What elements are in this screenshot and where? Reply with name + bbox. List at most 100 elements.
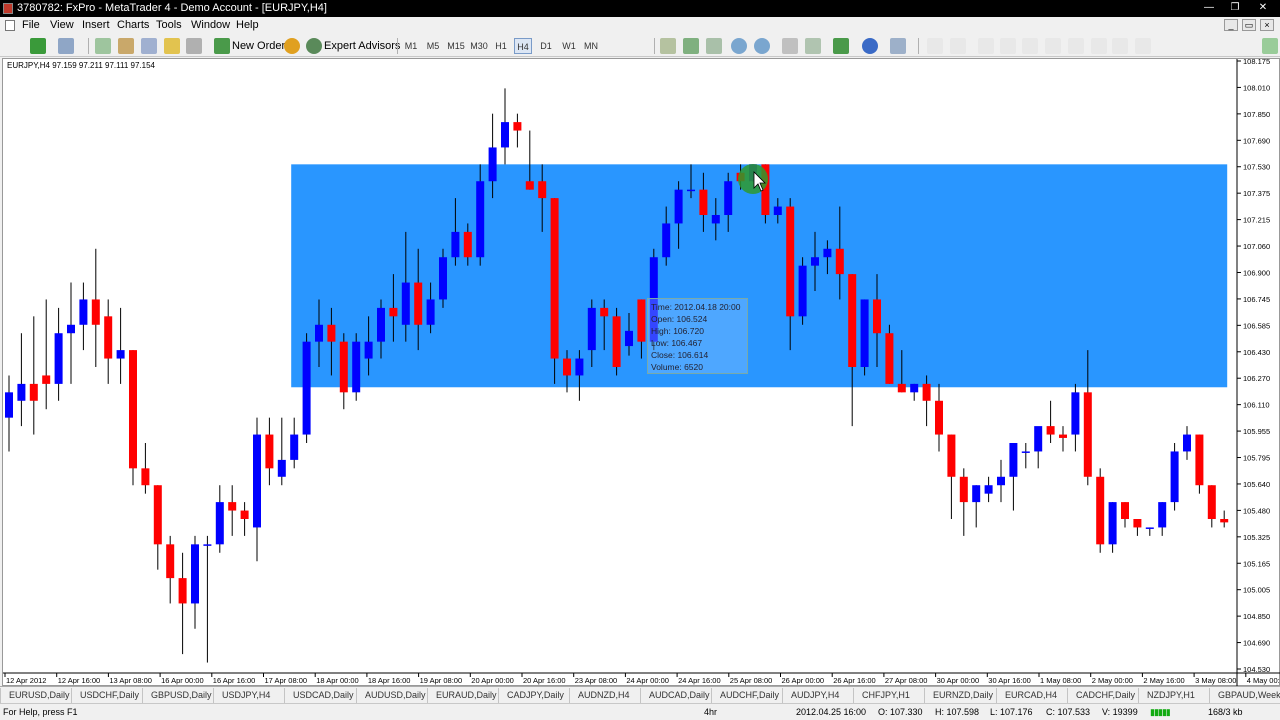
bar-chart-icon[interactable] <box>660 38 676 54</box>
text-icon[interactable] <box>1091 38 1107 54</box>
chart-tab-audusd-daily[interactable]: AUDUSD,Daily <box>356 688 427 703</box>
bear-candle <box>550 198 559 359</box>
horizontal-line-icon[interactable] <box>1000 38 1016 54</box>
bull-candle <box>302 341 311 435</box>
bull-candle <box>1145 527 1154 529</box>
mdi-close-button[interactable]: × <box>1260 19 1274 31</box>
zoom-in-icon[interactable] <box>731 38 747 54</box>
mdi-restore-button[interactable]: ▭ <box>1242 19 1256 31</box>
chart-tab-audnzd-h4[interactable]: AUDNZD,H4 <box>569 688 640 703</box>
candlestick-icon[interactable] <box>683 38 699 54</box>
timeframe-mn[interactable]: MN <box>583 38 599 54</box>
tile-windows-icon[interactable] <box>782 38 798 54</box>
timeframe-d1[interactable]: D1 <box>538 38 554 54</box>
price-label: 105.165 <box>1243 559 1270 568</box>
profiles-icon[interactable] <box>58 38 74 54</box>
chart-tab-gbpaud-weekly[interactable]: GBPAUD,Weekly <box>1209 688 1280 703</box>
new-order-icon[interactable] <box>214 38 230 54</box>
chart-tab-eurusd-daily[interactable]: EURUSD,Daily <box>0 688 71 703</box>
navigator-icon[interactable] <box>141 38 157 54</box>
timeframe-m15[interactable]: M15 <box>446 38 466 54</box>
crosshair-icon[interactable] <box>950 38 966 54</box>
close-button[interactable]: ✕ <box>1250 1 1276 14</box>
maximize-button[interactable]: ❐ <box>1222 1 1248 14</box>
bear-candle <box>873 299 881 334</box>
metaeditor-icon[interactable] <box>284 38 300 54</box>
terminal-icon[interactable] <box>164 38 180 54</box>
chart-tab-usdcad-daily[interactable]: USDCAD,Daily <box>284 688 355 703</box>
time-label: 1 May 08:00 <box>1040 676 1081 685</box>
menu-file[interactable]: File <box>22 19 40 32</box>
new-order-button[interactable]: New Order <box>232 38 285 54</box>
expert-advisors-button[interactable]: Expert Advisors <box>324 38 400 54</box>
periods-icon[interactable] <box>862 38 878 54</box>
chart-shift-icon[interactable] <box>805 38 821 54</box>
timeframe-h4[interactable]: H4 <box>514 38 532 54</box>
timeframe-m1[interactable]: M1 <box>403 38 419 54</box>
menu-view[interactable]: View <box>50 19 74 32</box>
chart-window[interactable]: 108.175 108.010 107.850 107.690 107.530 107.3… <box>2 58 1280 687</box>
fibonacci-icon[interactable] <box>1068 38 1084 54</box>
timeframe-m30[interactable]: M30 <box>469 38 489 54</box>
bear-candle <box>42 375 51 384</box>
text-label-icon[interactable] <box>1112 38 1128 54</box>
menu-window[interactable]: Window <box>191 19 230 32</box>
chart-tab-eurcad-h4[interactable]: EURCAD,H4 <box>996 688 1067 703</box>
data-window-icon[interactable] <box>118 38 134 54</box>
expert-advisors-icon[interactable] <box>306 38 322 54</box>
price-label: 106.585 <box>1243 321 1270 330</box>
tester-icon[interactable] <box>186 38 202 54</box>
bull-candle <box>290 434 299 460</box>
bear-candle <box>1046 426 1055 435</box>
chart-tab-nzdjpy-h1[interactable]: NZDJPY,H1 <box>1138 688 1209 703</box>
bull-candle <box>426 299 435 325</box>
mdi-minimize-button[interactable]: _ <box>1224 19 1238 31</box>
bull-candle <box>315 324 323 342</box>
chart-tab-gbpusd-daily[interactable]: GBPUSD,Daily <box>142 688 213 703</box>
title-bar: 3780782: FxPro - MetaTrader 4 - Demo Acc… <box>0 0 1280 17</box>
menu-help[interactable]: Help <box>236 19 259 32</box>
chat-icon[interactable] <box>1262 38 1278 54</box>
channel-icon[interactable] <box>1045 38 1061 54</box>
chart-tab-audchf-daily[interactable]: AUDCHF,Daily <box>711 688 782 703</box>
chart-tab-cadchf-daily[interactable]: CADCHF,Daily <box>1067 688 1138 703</box>
chart-canvas[interactable]: 108.175 108.010 107.850 107.690 107.530 107.3… <box>3 59 1280 687</box>
price-label: 105.640 <box>1243 480 1270 489</box>
minimize-button[interactable]: — <box>1196 1 1222 14</box>
arrows-icon[interactable] <box>1135 38 1151 54</box>
toolbar-separator <box>918 38 919 54</box>
time-label: 4 May 00:00 <box>1247 676 1280 685</box>
chart-tab-chfjpy-h1[interactable]: CHFJPY,H1 <box>853 688 924 703</box>
price-label: 108.175 <box>1243 59 1270 66</box>
chart-tab-cadjpy-daily[interactable]: CADJPY,Daily <box>498 688 569 703</box>
templates-icon[interactable] <box>890 38 906 54</box>
vertical-line-icon[interactable] <box>978 38 994 54</box>
menu-tools[interactable]: Tools <box>156 19 182 32</box>
bull-candle <box>811 257 819 266</box>
chart-tab-usdchf-daily[interactable]: USDCHF,Daily <box>71 688 142 703</box>
price-label: 105.005 <box>1243 586 1270 595</box>
chart-tab-eurnzd-daily[interactable]: EURNZD,Daily <box>924 688 995 703</box>
zoom-out-icon[interactable] <box>754 38 770 54</box>
chart-tab-audjpy-h4[interactable]: AUDJPY,H4 <box>782 688 853 703</box>
bear-candle <box>922 383 931 401</box>
timeframe-h1[interactable]: H1 <box>493 38 509 54</box>
menu-insert[interactable]: Insert <box>82 19 110 32</box>
menu-charts[interactable]: Charts <box>117 19 149 32</box>
indicators-icon[interactable] <box>833 38 849 54</box>
chart-tab-euraud-daily[interactable]: EURAUD,Daily <box>427 688 498 703</box>
timeframe-w1[interactable]: W1 <box>561 38 577 54</box>
timeframe-m5[interactable]: M5 <box>425 38 441 54</box>
bear-candle <box>699 189 708 215</box>
market-watch-icon[interactable] <box>95 38 111 54</box>
document-icon[interactable] <box>5 20 15 31</box>
cursor-highlight <box>738 164 768 194</box>
bear-candle <box>538 181 547 199</box>
new-chart-icon[interactable] <box>30 38 46 54</box>
chart-tab-usdjpy-h4[interactable]: USDJPY,H4 <box>213 688 284 703</box>
bull-candle <box>674 189 683 224</box>
cursor-icon[interactable] <box>927 38 943 54</box>
chart-tab-audcad-daily[interactable]: AUDCAD,Daily <box>640 688 711 703</box>
trendline-icon[interactable] <box>1022 38 1038 54</box>
line-chart-icon[interactable] <box>706 38 722 54</box>
